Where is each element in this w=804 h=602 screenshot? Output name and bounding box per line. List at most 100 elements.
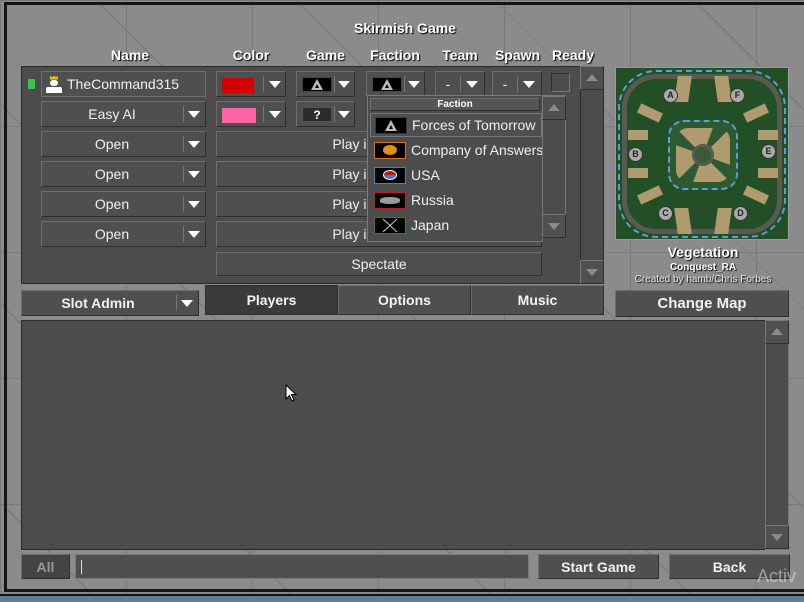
slot-4-player-dropdown[interactable]: Open	[41, 161, 206, 187]
column-header-spawn: Spawn	[494, 47, 541, 63]
column-header-team: Team	[442, 47, 478, 63]
player-spawn-dropdown[interactable]: -	[492, 71, 542, 97]
arrow-down-icon	[586, 269, 598, 276]
slot-3-player-dropdown[interactable]: Open	[41, 131, 206, 157]
map-spawn-point[interactable]: D	[733, 206, 748, 221]
column-header-faction: Faction	[370, 47, 420, 63]
faction-option[interactable]: Company of Answers	[370, 138, 542, 162]
slots-scrollbar[interactable]	[580, 66, 604, 284]
chevron-down-icon	[408, 81, 420, 88]
faction-scroll-down-button[interactable]	[542, 214, 566, 238]
color-swatch	[222, 78, 254, 93]
map-title: Vegetation	[667, 244, 739, 260]
company-of-answers-icon	[374, 141, 406, 159]
faction-option-label: USA	[411, 167, 440, 183]
chevron-down-icon	[188, 201, 200, 208]
forces-of-tomorrow-icon	[372, 77, 402, 92]
chevron-down-icon	[188, 141, 200, 148]
faction-option[interactable]: USA	[370, 163, 542, 187]
slot-6-player-dropdown[interactable]: Open	[41, 221, 206, 247]
chat-scrollbar[interactable]	[765, 320, 789, 550]
chevron-down-icon	[338, 81, 350, 88]
start-game-button[interactable]: Start Game	[538, 554, 659, 579]
chevron-down-icon	[466, 81, 478, 88]
chat-input[interactable]	[75, 554, 529, 579]
player-name-field[interactable]: TheCommand315	[41, 71, 206, 97]
chevron-down-icon	[181, 300, 193, 307]
window-title: Skirmish Game	[354, 20, 456, 36]
chat-channel-button[interactable]: All	[21, 554, 70, 579]
spectate-button[interactable]: Spectate	[216, 252, 542, 276]
team-value: -	[445, 76, 451, 92]
map-center-fields	[676, 128, 730, 182]
player-status-indicator	[28, 79, 35, 89]
tab-music[interactable]: Music	[471, 285, 604, 315]
slot-2-color-dropdown[interactable]	[216, 101, 286, 127]
column-header-ready: Ready	[551, 47, 595, 63]
activation-watermark: Activ	[757, 566, 797, 586]
slot-5-name: Open	[94, 196, 130, 212]
player-team-dropdown[interactable]: -	[435, 71, 485, 97]
japan-icon	[374, 216, 406, 234]
chat-scroll-up-button[interactable]	[765, 320, 789, 344]
slot-admin-label: Slot Admin	[61, 295, 135, 311]
change-map-button[interactable]: Change Map	[615, 290, 789, 317]
usa-icon	[374, 166, 406, 184]
chevron-down-icon	[269, 81, 281, 88]
chat-scroll-down-button[interactable]	[765, 525, 789, 549]
color-swatch	[222, 108, 256, 123]
faction-option[interactable]: Russia	[370, 188, 542, 212]
spawn-value: -	[502, 76, 508, 92]
faction-option[interactable]: Japan	[370, 213, 542, 237]
map-field	[628, 130, 648, 140]
slots-scroll-up-button[interactable]	[580, 66, 604, 90]
map-spawn-point[interactable]: F	[730, 88, 745, 103]
slot-6-name: Open	[94, 226, 130, 242]
map-field	[758, 130, 778, 140]
faction-option[interactable]: Forces of Tomorrow	[370, 113, 542, 137]
map-preview[interactable]: A F B E C D	[615, 67, 789, 240]
map-field	[758, 168, 778, 178]
slot-2-player-dropdown[interactable]: Easy AI	[41, 101, 206, 127]
tab-options[interactable]: Options	[338, 285, 471, 315]
chevron-down-icon	[523, 81, 535, 88]
slots-scroll-down-button[interactable]	[580, 260, 604, 284]
slot-5-player-dropdown[interactable]: Open	[41, 191, 206, 217]
map-field	[628, 168, 648, 178]
chevron-down-icon	[188, 111, 200, 118]
slot-2-game-dropdown[interactable]: ?	[296, 101, 355, 127]
map-spawn-point[interactable]: B	[628, 147, 643, 162]
player-faction-dropdown[interactable]	[366, 71, 425, 97]
faction-option-label: Forces of Tomorrow	[412, 117, 536, 133]
map-author: Created by hamb/Chris Forbes	[634, 274, 772, 285]
player-color-dropdown[interactable]	[216, 71, 286, 97]
arrow-down-icon	[771, 534, 783, 541]
text-caret	[81, 560, 82, 574]
slot-3-name: Open	[94, 136, 130, 152]
map-spawn-point[interactable]: C	[658, 206, 673, 221]
column-header-game: Game	[306, 47, 345, 63]
tab-players[interactable]: Players	[205, 285, 338, 315]
chevron-down-icon	[338, 111, 350, 118]
arrow-up-icon	[771, 328, 783, 335]
arrow-down-icon	[548, 223, 560, 230]
chevron-down-icon	[188, 231, 200, 238]
player-avatar-icon	[46, 75, 62, 93]
column-header-color: Color	[232, 47, 270, 63]
slot-admin-dropdown[interactable]: Slot Admin	[21, 290, 199, 316]
faction-dropdown-header: Faction	[370, 98, 540, 111]
faction-option-label: Japan	[411, 217, 450, 233]
slot-2-name: Easy AI	[88, 106, 136, 122]
ready-checkbox[interactable]	[551, 73, 570, 92]
column-header-name: Name	[110, 47, 150, 63]
forces-of-tomorrow-icon	[302, 77, 332, 92]
faction-option-label: Russia	[411, 192, 454, 208]
faction-scroll-up-button[interactable]	[542, 96, 566, 120]
chevron-down-icon	[269, 111, 281, 118]
player-game-dropdown[interactable]	[296, 71, 355, 97]
russia-icon	[374, 191, 406, 209]
map-spawn-point[interactable]: A	[663, 88, 678, 103]
random-icon: ?	[302, 107, 332, 122]
map-spawn-point[interactable]: E	[761, 144, 776, 159]
taskbar-strip	[0, 594, 804, 602]
